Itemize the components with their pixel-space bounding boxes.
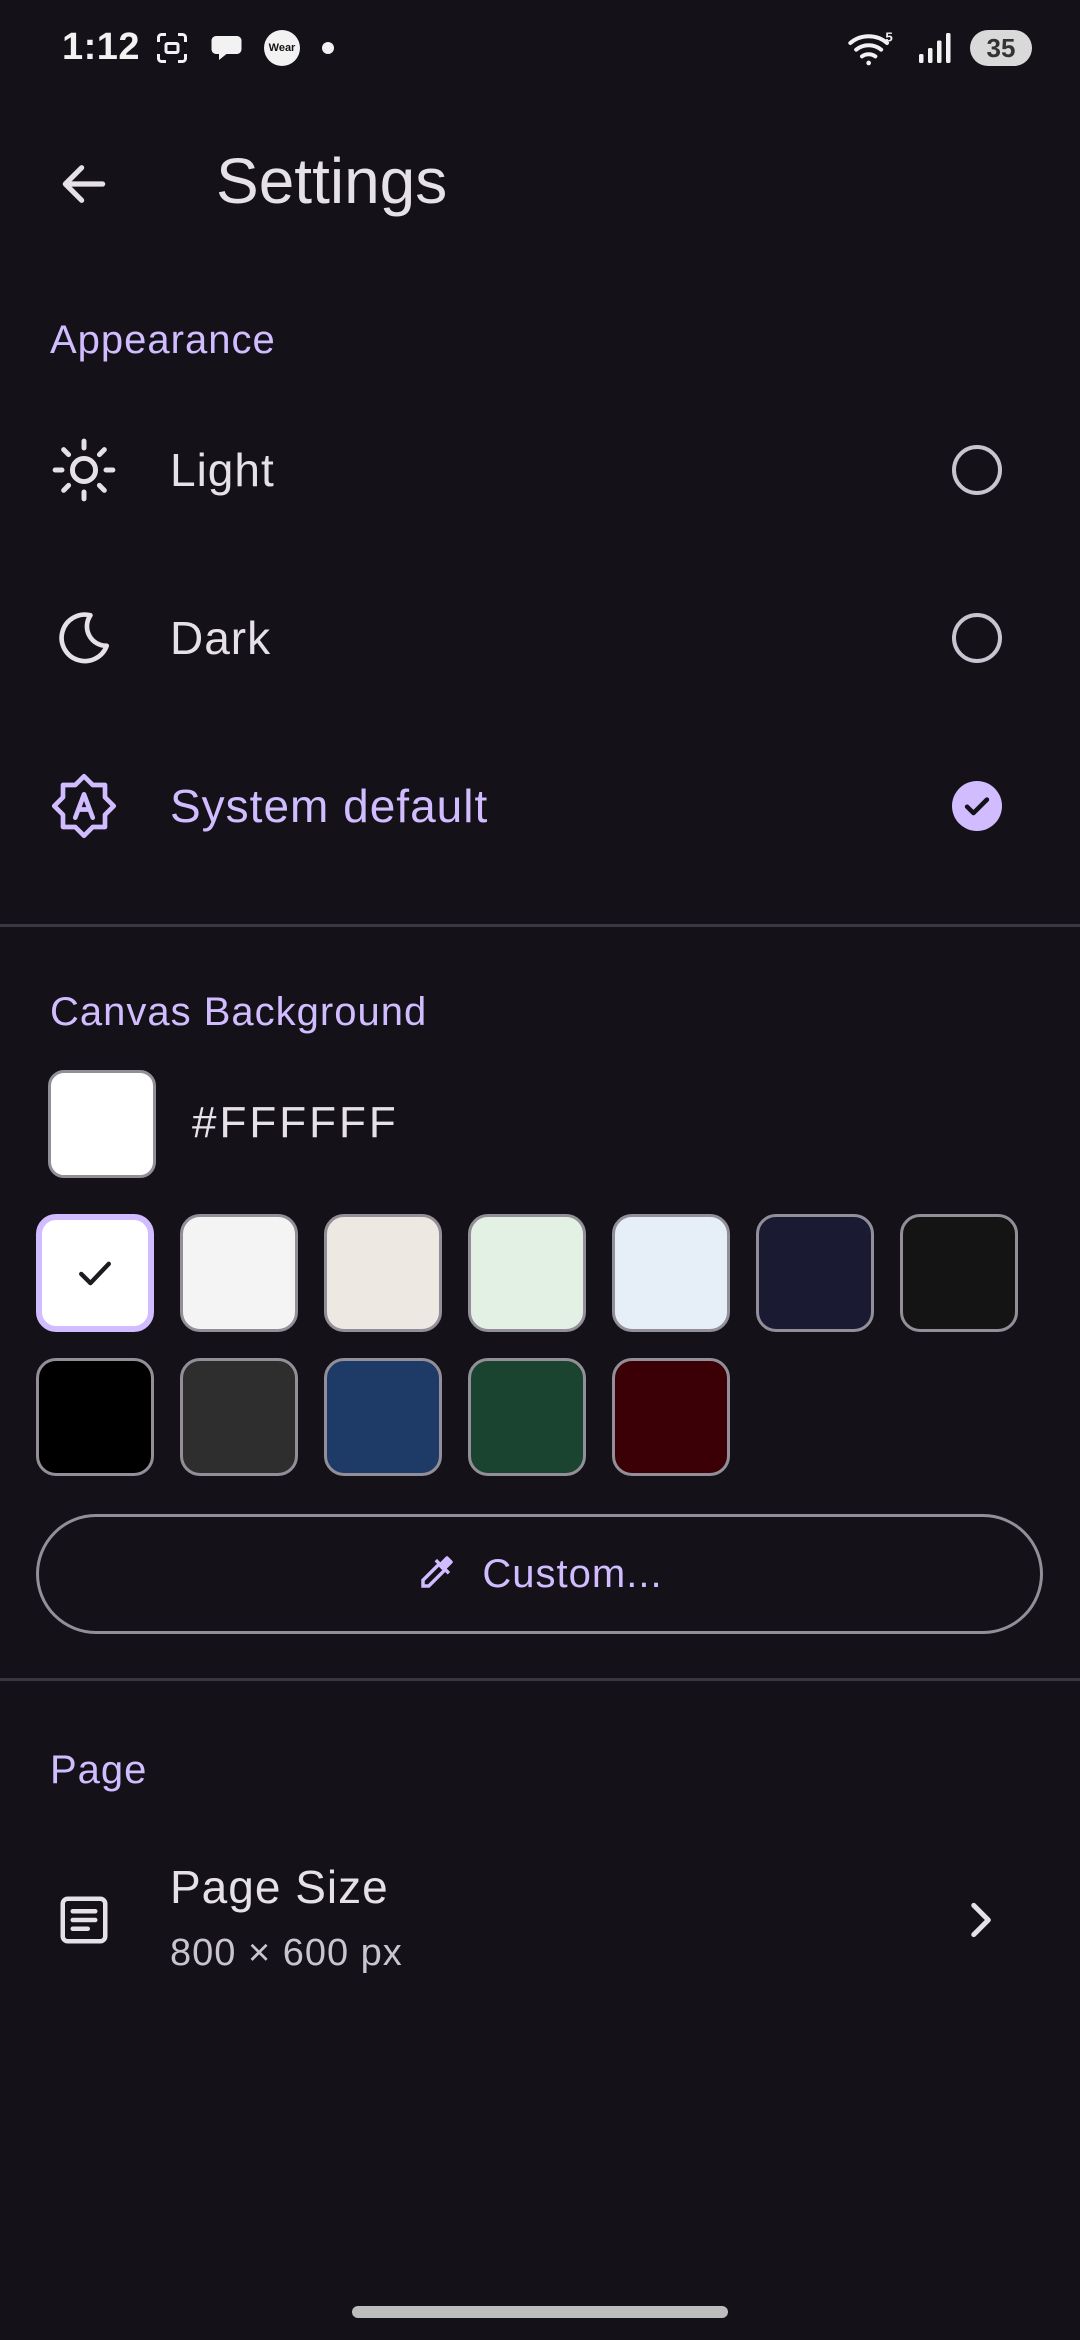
status-notification-icons: Wear xyxy=(152,28,334,68)
wear-icon: Wear xyxy=(264,30,300,66)
document-icon xyxy=(48,1884,120,1956)
color-swatch[interactable] xyxy=(468,1214,586,1332)
more-notifications-dot-icon xyxy=(322,42,334,54)
page-size-item[interactable]: Page Size 800 × 600 px xyxy=(0,1840,1080,2000)
custom-color-button[interactable]: Custom... xyxy=(36,1514,1043,1634)
current-color-hex: #FFFFFF xyxy=(192,1098,399,1147)
color-swatch[interactable] xyxy=(468,1358,586,1476)
auto-brightness-icon xyxy=(48,770,120,842)
settings-screen: 1:12 Wear 5 35 Settings Appearance Light… xyxy=(0,0,1080,2340)
signal-icon xyxy=(914,28,954,68)
status-bar: 1:12 Wear 5 35 xyxy=(0,0,1080,100)
color-swatch[interactable] xyxy=(180,1214,298,1332)
color-swatch[interactable] xyxy=(180,1358,298,1476)
theme-option-label: Dark xyxy=(170,612,272,664)
moon-icon xyxy=(48,602,120,674)
color-swatch[interactable] xyxy=(324,1358,442,1476)
page-title: Settings xyxy=(216,145,448,217)
theme-option-label: System default xyxy=(170,780,489,832)
color-swatch[interactable] xyxy=(900,1214,1018,1332)
theme-option-label: Light xyxy=(170,444,275,496)
status-time: 1:12 xyxy=(62,26,141,68)
color-swatch[interactable] xyxy=(756,1214,874,1332)
color-swatch[interactable] xyxy=(36,1214,154,1332)
top-app-bar: Settings xyxy=(0,120,1080,240)
eyedropper-icon xyxy=(416,1551,458,1598)
chevron-right-icon xyxy=(944,1884,1016,1956)
color-swatch[interactable] xyxy=(324,1214,442,1332)
battery-icon: 35 xyxy=(970,30,1032,66)
chat-bubble-icon xyxy=(208,28,248,68)
wifi-icon: 5 xyxy=(846,28,898,68)
section-divider xyxy=(0,1678,1080,1681)
page-size-title: Page Size xyxy=(170,1861,389,1913)
arrow-back-icon xyxy=(56,156,112,217)
page-size-value: 800 × 600 px xyxy=(170,1932,403,1974)
check-icon xyxy=(79,1261,111,1286)
radio-button-unchecked[interactable] xyxy=(952,445,1002,495)
check-icon xyxy=(964,797,990,816)
status-system-icons: 5 35 xyxy=(846,28,1032,68)
custom-button-label: Custom... xyxy=(482,1551,663,1596)
color-swatch[interactable] xyxy=(612,1358,730,1476)
theme-option-system-default[interactable]: System default xyxy=(0,722,1080,890)
page-header: Page xyxy=(50,1748,148,1792)
radio-button-checked[interactable] xyxy=(952,781,1002,831)
section-divider xyxy=(0,924,1080,927)
sun-icon xyxy=(48,434,120,506)
color-swatch[interactable] xyxy=(36,1358,154,1476)
screenshot-icon xyxy=(152,28,192,68)
appearance-header: Appearance xyxy=(50,318,276,362)
svg-text:5: 5 xyxy=(885,29,893,44)
radio-button-unchecked[interactable] xyxy=(952,613,1002,663)
color-swatch[interactable] xyxy=(612,1214,730,1332)
theme-option-dark[interactable]: Dark xyxy=(0,554,1080,722)
theme-option-light[interactable]: Light xyxy=(0,386,1080,554)
current-color-preview xyxy=(48,1070,156,1178)
canvas-background-header: Canvas Background xyxy=(50,990,428,1034)
back-button[interactable] xyxy=(40,142,128,230)
home-indicator[interactable] xyxy=(352,2306,728,2318)
